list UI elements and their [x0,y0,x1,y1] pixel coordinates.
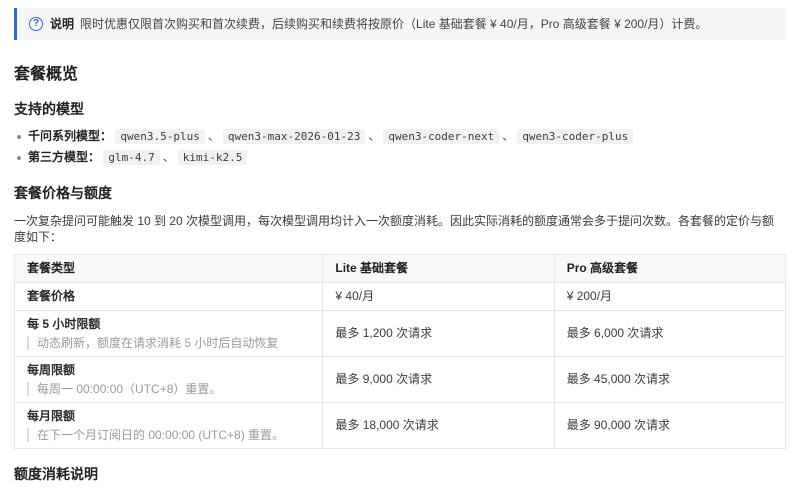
table-header-row: 套餐类型 Lite 基础套餐 Pro 高级套餐 [13,254,787,283]
info-banner: ? 说明 限时优惠仅限首次购买和首次续费，后续购买和续费将按原价（Lite 基础套… [14,8,786,40]
row-note: 动态刷新，额度在请求消耗 5 小时后自动恢复 [27,336,310,350]
header-pro-plan: Pro 高级套餐 [553,254,787,283]
row-label: 每月限额 [27,409,76,423]
cell-lite-value: 最多 1,200 次请求 [322,310,555,357]
list-item-thirdparty-models: 第三方模型： glm-4.7、 kimi-k2.5 [14,147,786,168]
cell-pro-value: 最多 45,000 次请求 [553,356,787,403]
model-list: 千问系列模型： qwen3.5-plus、 qwen3-max-2026-01-2… [14,126,786,168]
separator: 、 [207,129,220,143]
model-code: qwen3.5-plus [115,129,205,144]
model-code: kimi-k2.5 [177,150,248,165]
cell-pro-value: ¥ 200/月 [553,282,787,311]
banner-text: 说明 限时优惠仅限首次购买和首次续费，后续购买和续费将按原价（Lite 基础套餐 … [50,16,707,32]
model-code: glm-4.7 [103,150,160,165]
separator: 、 [368,129,381,143]
row-note: 每周一 00:00:00（UTC+8）重置。 [27,382,310,396]
table-row-weekly-limit: 每周限额 每周一 00:00:00（UTC+8）重置。 最多 9,000 次请求… [13,356,787,403]
section-title-pricing: 套餐价格与额度 [14,185,112,201]
model-group-label: 千问系列模型： [28,129,113,143]
banner-label: 说明 [50,17,75,31]
table-row-5hour-limit: 每 5 小时限额 动态刷新，额度在请求消耗 5 小时后自动恢复 最多 1,200… [13,310,787,357]
header-plan-type: 套餐类型 [13,254,324,283]
cell-label: 每 5 小时限额 动态刷新，额度在请求消耗 5 小时后自动恢复 [13,310,324,357]
row-label: 每周限额 [27,363,76,377]
cell-label: 套餐价格 [13,282,324,311]
row-label: 每 5 小时限额 [27,317,101,331]
cell-lite-value: 最多 9,000 次请求 [322,356,555,403]
list-item-qwen-models: 千问系列模型： qwen3.5-plus、 qwen3-max-2026-01-2… [14,126,786,147]
row-label: 套餐价格 [27,289,76,303]
cell-label: 每周限额 每周一 00:00:00（UTC+8）重置。 [13,356,324,403]
header-lite-plan: Lite 基础套餐 [322,254,555,283]
table-row-price: 套餐价格 ¥ 40/月 ¥ 200/月 [13,282,787,311]
cell-pro-value: 最多 90,000 次请求 [553,402,787,449]
pricing-intro: 一次复杂提问可能触发 10 到 20 次模型调用，每次模型调用均计入一次额度消耗… [14,214,775,244]
model-code: qwen3-max-2026-01-23 [222,129,366,144]
model-code: qwen3-coder-plus [517,129,634,144]
table-row-monthly-limit: 每月限额 在下一个月订阅日的 00:00:00 (UTC+8) 重置。 最多 1… [13,402,787,449]
separator: 、 [162,150,175,164]
doc-page: ? 说明 限时优惠仅限首次购买和首次续费，后续购买和续费将按原价（Lite 基础套… [0,8,800,491]
pricing-table: 套餐类型 Lite 基础套餐 Pro 高级套餐 套餐价格 ¥ 40/月 ¥ 20… [13,254,787,449]
section-title-models: 支持的模型 [14,101,84,117]
separator: 、 [502,129,515,143]
cell-label: 每月限额 在下一个月订阅日的 00:00:00 (UTC+8) 重置。 [13,402,324,449]
info-icon: ? [29,17,43,31]
cell-lite-value: ¥ 40/月 [322,282,555,311]
section-title-consumption: 额度消耗说明 [14,466,98,482]
cell-pro-value: 最多 6,000 次请求 [553,310,787,357]
page-title: 套餐概览 [14,66,79,83]
row-note: 在下一个月订阅日的 00:00:00 (UTC+8) 重置。 [27,428,310,442]
cell-lite-value: 最多 18,000 次请求 [322,402,555,449]
banner-message: 限时优惠仅限首次购买和首次续费，后续购买和续费将按原价（Lite 基础套餐 ¥ … [80,17,708,31]
model-group-label: 第三方模型： [28,150,101,164]
model-code: qwen3-coder-next [383,129,500,144]
